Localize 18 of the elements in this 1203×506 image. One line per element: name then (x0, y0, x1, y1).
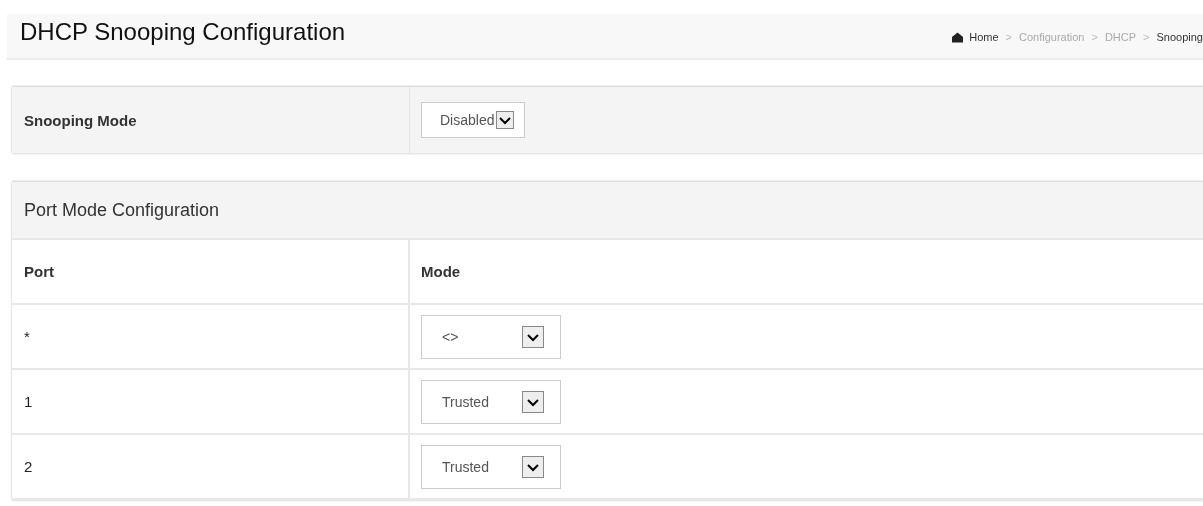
port-cell: 1 (24, 393, 33, 410)
home-icon (951, 31, 965, 43)
column-header: Port (24, 263, 54, 280)
breadcrumb-separator: > (1005, 31, 1012, 43)
port-mode-select[interactable]: Trusted (421, 379, 561, 424)
port-mode-select[interactable]: Trusted (421, 444, 561, 489)
breadcrumb-separator: > (1143, 31, 1150, 43)
breadcrumb-separator: > (1091, 31, 1098, 43)
snooping-mode-select[interactable]: Disabled (421, 102, 526, 138)
page-title: DHCP Snooping Configuration (20, 18, 346, 46)
port-cell: * (24, 328, 30, 345)
column-header: Mode (421, 263, 461, 280)
snooping-mode-label: Snooping Mode (24, 111, 137, 129)
panel-title: Port Mode Configuration (24, 199, 220, 221)
port-mode-select[interactable]: <> (421, 314, 561, 359)
breadcrumb-current: Snooping (1156, 31, 1203, 43)
port-cell: 2 (24, 458, 33, 475)
breadcrumb-link[interactable]: Home (969, 31, 999, 43)
